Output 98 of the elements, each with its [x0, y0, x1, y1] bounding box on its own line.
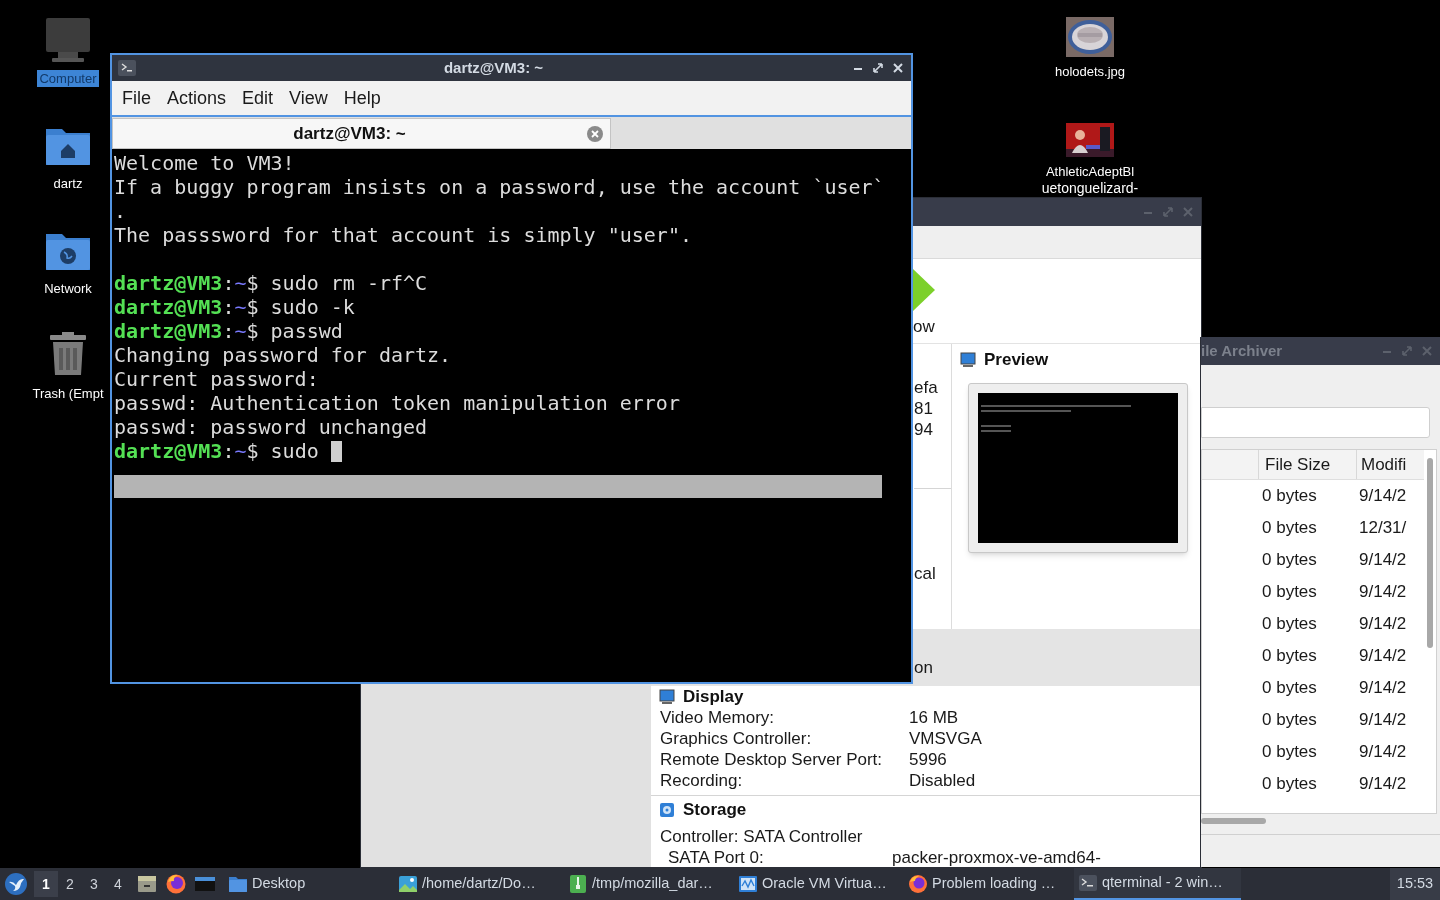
terminal-line: dartz@VM3:~$ sudo: [114, 439, 319, 463]
section-title: Storage: [683, 798, 747, 821]
property-value: 16 MB: [909, 707, 960, 728]
maximize-icon[interactable]: [871, 61, 885, 75]
property-label: Video Memory:: [660, 707, 775, 728]
scrollbar-thumb[interactable]: [1201, 818, 1266, 824]
table-cell-text: 0 bytes: [1262, 581, 1318, 604]
taskbar-button[interactable]: Problem loading …: [904, 868, 1071, 900]
table-cell-text: 0 bytes: [1262, 549, 1318, 572]
button-label[interactable]: ow: [913, 317, 935, 337]
workspace-button[interactable]: 2: [58, 871, 82, 897]
terminal-line: Welcome to VM3!: [114, 151, 296, 175]
icon-label[interactable]: uetonguelizard-: [1039, 180, 1141, 197]
terminal-line: dartz@VM3:~$ sudo -k: [114, 295, 355, 319]
monitor-chart-icon: [738, 874, 758, 894]
table-cell-text: 0 bytes: [1262, 773, 1318, 796]
property-label: SATA Port 0:: [668, 847, 765, 868]
detail-text: cal: [914, 563, 937, 584]
tab[interactable]: dartz@VM3: ~: [112, 118, 611, 149]
terminal-line: passwd: Authentication token manipulation error: [114, 391, 681, 415]
workspace-button[interactable]: 1: [34, 871, 58, 897]
image-icon: [398, 874, 418, 894]
section-title: Display: [683, 685, 744, 708]
terminal-icon: [1078, 873, 1098, 893]
start-menu-icon[interactable]: [4, 872, 28, 896]
window-title: dartz@VM3: ~: [442, 57, 545, 78]
property-label: Remote Desktop Server Port:: [660, 749, 884, 770]
taskbar-button[interactable]: Desktop: [224, 868, 391, 900]
terminal-line: Changing password for dartz.: [114, 343, 453, 367]
table-cell-text: 0 bytes: [1262, 485, 1318, 508]
workspace-button[interactable]: 4: [106, 871, 130, 897]
terminal-line: dartz@VM3:~$ sudo rm -rf^C: [114, 271, 428, 295]
firefox-icon: [908, 874, 928, 894]
scrollbar-thumb[interactable]: [1427, 458, 1433, 648]
terminal-line: dartz@VM3:~$ passwd: [114, 319, 343, 343]
folder-icon: [228, 874, 248, 894]
table-cell-text: 9/14/2: [1359, 549, 1407, 572]
close-icon[interactable]: [891, 61, 905, 75]
icon-label[interactable]: holodets.jpg: [1052, 63, 1128, 80]
table-cell-text: 0 bytes: [1262, 709, 1318, 732]
location-field[interactable]: [1201, 407, 1430, 438]
taskbar-button[interactable]: qterminal - 2 win…: [1074, 868, 1241, 900]
table-cell-text: 9/14/2: [1359, 613, 1407, 636]
table-cell-text: 0 bytes: [1262, 741, 1318, 764]
taskbar-button[interactable]: Oracle VM Virtua…: [734, 868, 901, 900]
column-header[interactable]: Modifi: [1357, 450, 1424, 479]
table-cell-text: 9/14/2: [1359, 485, 1407, 508]
terminal-line: Current password:: [114, 367, 320, 391]
table-cell-text: 9/14/2: [1359, 581, 1407, 604]
icon-label[interactable]: Network: [42, 280, 94, 297]
monitor-icon: [659, 688, 675, 705]
property-label: Graphics Controller:: [660, 728, 813, 749]
taskbar-button[interactable]: /tmp/mozilla_dar…: [564, 868, 731, 900]
table-cell-text: 9/14/2: [1359, 677, 1407, 700]
monitor-icon: [960, 352, 976, 368]
table-cell-text: 9/14/2: [1359, 741, 1407, 764]
detail-text: 81: [914, 398, 934, 419]
menu-item[interactable]: View: [281, 84, 336, 112]
terminal-icon: [118, 60, 136, 76]
icon-label[interactable]: Trash (Empt: [30, 385, 106, 402]
table-cell-text: 9/14/2: [1359, 645, 1407, 668]
property-label: Controller: SATA Controller: [659, 826, 864, 847]
icon-label[interactable]: AthleticAdeptBl: [1043, 163, 1137, 180]
property-label: Recording:: [660, 770, 744, 791]
file-cabinet-icon[interactable]: [136, 873, 158, 895]
menu-item[interactable]: Actions: [159, 84, 235, 112]
play-arrow-icon[interactable]: [913, 269, 935, 311]
zip-file-icon: [568, 874, 588, 894]
clock: 15:53: [1390, 868, 1440, 900]
table-cell-text: 9/14/2: [1359, 709, 1407, 732]
table-cell-text: 0 bytes: [1262, 645, 1318, 668]
column-header[interactable]: File Size: [1259, 450, 1357, 479]
property-value: VMSVGA: [909, 728, 983, 749]
icon-label[interactable]: dartz: [51, 175, 85, 192]
workspace-button[interactable]: 3: [82, 871, 106, 897]
property-value: 5996: [909, 749, 948, 770]
table-cell-text: 12/31/: [1359, 517, 1407, 540]
terminal-line: If a buggy program insists on a password, use the account `user`: [114, 175, 886, 199]
property-value: packer-proxmox-ve-amd64-: [892, 847, 1102, 868]
detail-text: efa: [914, 377, 939, 398]
firefox-icon[interactable]: [165, 873, 187, 895]
menu-item[interactable]: Help: [335, 84, 389, 112]
table-cell-text: 0 bytes: [1262, 613, 1318, 636]
table-cell-text: 0 bytes: [1262, 677, 1318, 700]
taskbar-button[interactable]: /home/dartz/Do…: [394, 868, 561, 900]
table-cell-text: 9/14/2: [1359, 773, 1407, 796]
terminal-line: passwd: password unchanged: [114, 415, 429, 439]
menu-item[interactable]: File: [114, 84, 159, 112]
terminal-line: .: [114, 199, 128, 223]
section-title: Preview: [984, 349, 1049, 372]
detail-text: on: [914, 657, 933, 678]
menu-item[interactable]: Edit: [234, 84, 282, 112]
terminal-line: The passsword for that account is simply "user".: [114, 223, 693, 247]
property-value: Disabled: [909, 770, 977, 791]
detail-text: 94: [914, 419, 934, 440]
window-title: ile Archiver: [1201, 340, 1283, 361]
table-cell-text: 0 bytes: [1262, 517, 1318, 540]
computer-icon[interactable]: [44, 16, 92, 64]
